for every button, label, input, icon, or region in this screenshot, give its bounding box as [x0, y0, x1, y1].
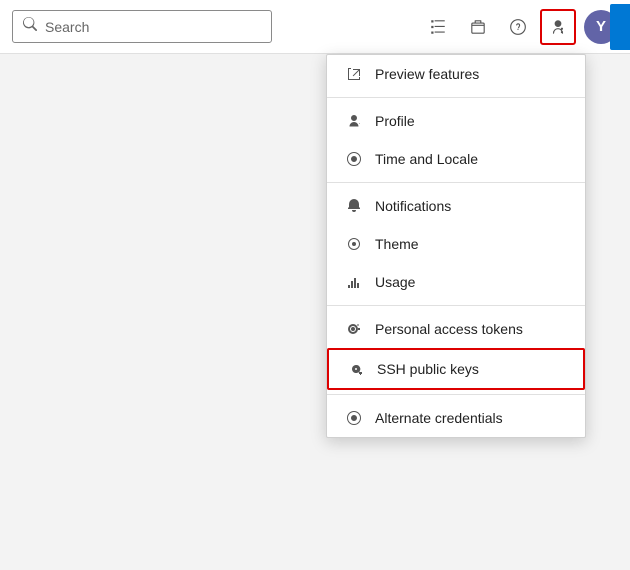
menu-item-preview-features[interactable]: Preview features: [327, 55, 585, 93]
divider-1: [327, 97, 585, 98]
menu-item-time-locale[interactable]: Time and Locale: [327, 140, 585, 178]
personal-access-tokens-icon: [345, 320, 363, 338]
divider-2: [327, 182, 585, 183]
menu-item-ssh-public-keys[interactable]: SSH public keys: [327, 348, 585, 390]
menu-label-theme: Theme: [375, 236, 419, 252]
ssh-public-keys-icon: [347, 360, 365, 378]
menu-label-ssh-public-keys: SSH public keys: [377, 361, 479, 377]
menu-item-profile[interactable]: Profile: [327, 102, 585, 140]
time-locale-icon: [345, 150, 363, 168]
menu-label-time-locale: Time and Locale: [375, 151, 478, 167]
menu-label-usage: Usage: [375, 274, 415, 290]
menu-item-usage[interactable]: Usage: [327, 263, 585, 301]
help-button[interactable]: [500, 9, 536, 45]
search-label: Search: [45, 19, 89, 35]
dropdown-menu: Preview features Profile Time and Locale…: [326, 54, 586, 438]
menu-item-alternate-credentials[interactable]: Alternate credentials: [327, 399, 585, 437]
nav-icons: Y: [420, 9, 618, 45]
alternate-credentials-icon: [345, 409, 363, 427]
user-settings-button[interactable]: [540, 9, 576, 45]
menu-label-preview-features: Preview features: [375, 66, 479, 82]
theme-icon: [345, 235, 363, 253]
menu-item-notifications[interactable]: Notifications: [327, 187, 585, 225]
menu-label-profile: Profile: [375, 113, 415, 129]
search-box[interactable]: Search: [12, 10, 272, 43]
preview-features-icon: [345, 65, 363, 83]
menu-label-notifications: Notifications: [375, 198, 451, 214]
search-icon: [23, 17, 37, 36]
menu-item-personal-access-tokens[interactable]: Personal access tokens: [327, 310, 585, 348]
usage-icon: [345, 273, 363, 291]
divider-3: [327, 305, 585, 306]
menu-item-theme[interactable]: Theme: [327, 225, 585, 263]
blue-button-stub: [610, 4, 630, 50]
divider-4: [327, 394, 585, 395]
menu-label-alternate-credentials: Alternate credentials: [375, 410, 503, 426]
navbar: Search Y: [0, 0, 630, 54]
menu-label-personal-access-tokens: Personal access tokens: [375, 321, 523, 337]
notifications-icon: [345, 197, 363, 215]
marketplace-button[interactable]: [460, 9, 496, 45]
avatar-letter: Y: [596, 18, 606, 35]
profile-icon: [345, 112, 363, 130]
tasks-button[interactable]: [420, 9, 456, 45]
